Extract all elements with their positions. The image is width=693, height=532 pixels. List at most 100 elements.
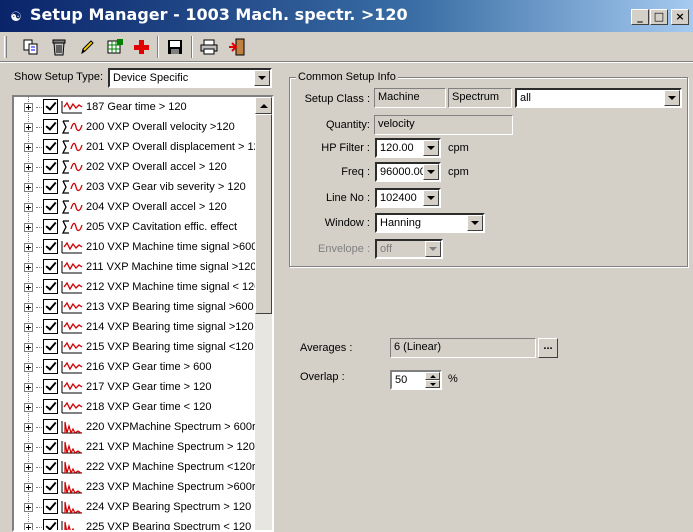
tree-scrollbar[interactable] [255, 97, 272, 530]
tree-item[interactable]: 217 VXP Gear time > 120 [14, 378, 257, 398]
tree-item[interactable]: 224 VXP Bearing Spectrum > 120 rp [14, 498, 264, 518]
overlap-down-button[interactable] [425, 380, 440, 388]
chevron-down-icon[interactable] [664, 90, 680, 106]
delete-icon[interactable] [48, 37, 70, 57]
tree-item[interactable]: 221 VXP Machine Spectrum > 120rp [14, 438, 265, 458]
hp-filter-select[interactable]: 120.00 [375, 138, 441, 158]
expand-icon[interactable] [24, 123, 33, 132]
expand-icon[interactable] [24, 483, 33, 492]
copy-icon[interactable] [20, 37, 42, 57]
expand-icon[interactable] [24, 303, 33, 312]
tree-item-checkbox[interactable] [43, 359, 58, 374]
tree-item[interactable]: 220 VXPMachine Spectrum > 600rp [14, 418, 262, 438]
overlap-stepper[interactable]: 50 [390, 370, 442, 390]
show-setup-type-select[interactable]: Device Specific [108, 68, 272, 88]
setup-tree[interactable]: 187 Gear time > 120 200 VXP Overall veloc… [12, 95, 274, 532]
tree-item-checkbox[interactable] [43, 219, 58, 234]
expand-icon[interactable] [24, 383, 33, 392]
setup-class-select[interactable]: all [515, 88, 682, 108]
expand-icon[interactable] [24, 163, 33, 172]
tree-item-label: 215 VXP Bearing time signal <120 [86, 341, 254, 353]
tree-item-checkbox[interactable] [43, 139, 58, 154]
scroll-thumb[interactable] [255, 114, 272, 314]
tree-item-checkbox[interactable] [43, 299, 58, 314]
expand-icon[interactable] [24, 263, 33, 272]
tree-item-checkbox[interactable] [43, 279, 58, 294]
tree-item[interactable]: 200 VXP Overall velocity >120 [14, 118, 257, 138]
close-button[interactable]: × [671, 9, 689, 25]
chevron-down-icon[interactable] [254, 70, 270, 86]
toolbar-grip[interactable] [4, 36, 7, 58]
tree-item[interactable]: 225 VXP Bearing Spectrum < 120 rp [14, 518, 264, 530]
expand-icon[interactable] [24, 223, 33, 232]
tree-item-checkbox[interactable] [43, 239, 58, 254]
tree-item-checkbox[interactable] [43, 399, 58, 414]
tree-item-checkbox[interactable] [43, 259, 58, 274]
minimize-button[interactable]: _ [631, 9, 649, 25]
app-icon[interactable]: ☯ [8, 9, 24, 25]
chevron-down-icon[interactable] [423, 164, 439, 180]
tree-item[interactable]: 214 VXP Bearing time signal >120 [14, 318, 257, 338]
maximize-button[interactable]: □ [650, 9, 668, 25]
tree-item-checkbox[interactable] [43, 459, 58, 474]
chevron-down-icon[interactable] [467, 215, 483, 231]
expand-icon[interactable] [24, 243, 33, 252]
tree-item[interactable]: 202 VXP Overall accel > 120 [14, 158, 257, 178]
tree-item-checkbox[interactable] [43, 519, 58, 530]
tree-item[interactable]: 204 VXP Overall accel > 120 [14, 198, 257, 218]
expand-icon[interactable] [24, 343, 33, 352]
tree-item[interactable]: 187 Gear time > 120 [14, 98, 257, 118]
tree-item[interactable]: 203 VXP Gear vib severity > 120 [14, 178, 257, 198]
expand-icon[interactable] [24, 523, 33, 530]
window-select[interactable]: Hanning [375, 213, 485, 233]
expand-icon[interactable] [24, 183, 33, 192]
edit-icon[interactable] [76, 37, 98, 57]
tree-item[interactable]: 201 VXP Overall displacement > 120 [14, 138, 266, 158]
tree-item-checkbox[interactable] [43, 499, 58, 514]
tree-item-checkbox[interactable] [43, 319, 58, 334]
tree-item-checkbox[interactable] [43, 199, 58, 214]
expand-icon[interactable] [24, 403, 33, 412]
tree-item[interactable]: 211 VXP Machine time signal >120 [14, 258, 257, 278]
tree-item[interactable]: 222 VXP Machine Spectrum <120rp [14, 458, 262, 478]
expand-icon[interactable] [24, 463, 33, 472]
expand-icon[interactable] [24, 503, 33, 512]
add-red-cross-icon[interactable] [130, 37, 152, 57]
add-grid-icon[interactable] [104, 37, 126, 57]
expand-icon[interactable] [24, 323, 33, 332]
overlap-up-button[interactable] [425, 372, 440, 380]
tree-item[interactable]: 212 VXP Machine time signal < 120 [14, 278, 260, 298]
expand-icon[interactable] [24, 423, 33, 432]
save-icon[interactable] [164, 37, 186, 57]
scroll-up-button[interactable] [255, 97, 272, 114]
tree-item[interactable]: 205 VXP Cavitation effic. effect [14, 218, 257, 238]
tree-item-checkbox[interactable] [43, 339, 58, 354]
expand-icon[interactable] [24, 283, 33, 292]
tree-item-checkbox[interactable] [43, 159, 58, 174]
tree-item-checkbox[interactable] [43, 419, 58, 434]
averages-browse-button[interactable]: ... [538, 338, 558, 358]
tree-item[interactable]: 215 VXP Bearing time signal <120 [14, 338, 257, 358]
chevron-down-icon[interactable] [423, 140, 439, 156]
tree-item-checkbox[interactable] [43, 439, 58, 454]
expand-icon[interactable] [24, 203, 33, 212]
expand-icon[interactable] [24, 363, 33, 372]
chevron-down-icon[interactable] [423, 190, 439, 206]
line-no-select[interactable]: 102400 [375, 188, 441, 208]
exit-icon[interactable] [226, 37, 248, 57]
freq-select[interactable]: 96000.00 [375, 162, 441, 182]
tree-item[interactable]: 210 VXP Machine time signal >600 [14, 238, 257, 258]
tree-item-checkbox[interactable] [43, 99, 58, 114]
expand-icon[interactable] [24, 103, 33, 112]
tree-item[interactable]: 223 VXP Machine Spectrum >600rp [14, 478, 262, 498]
tree-item[interactable]: 218 VXP Gear time < 120 [14, 398, 257, 418]
tree-item[interactable]: 213 VXP Bearing time signal >600 [14, 298, 257, 318]
print-icon[interactable] [198, 37, 220, 57]
tree-item[interactable]: 216 VXP Gear time > 600 [14, 358, 257, 378]
tree-item-checkbox[interactable] [43, 119, 58, 134]
expand-icon[interactable] [24, 443, 33, 452]
expand-icon[interactable] [24, 143, 33, 152]
tree-item-checkbox[interactable] [43, 479, 58, 494]
tree-item-checkbox[interactable] [43, 379, 58, 394]
tree-item-checkbox[interactable] [43, 179, 58, 194]
